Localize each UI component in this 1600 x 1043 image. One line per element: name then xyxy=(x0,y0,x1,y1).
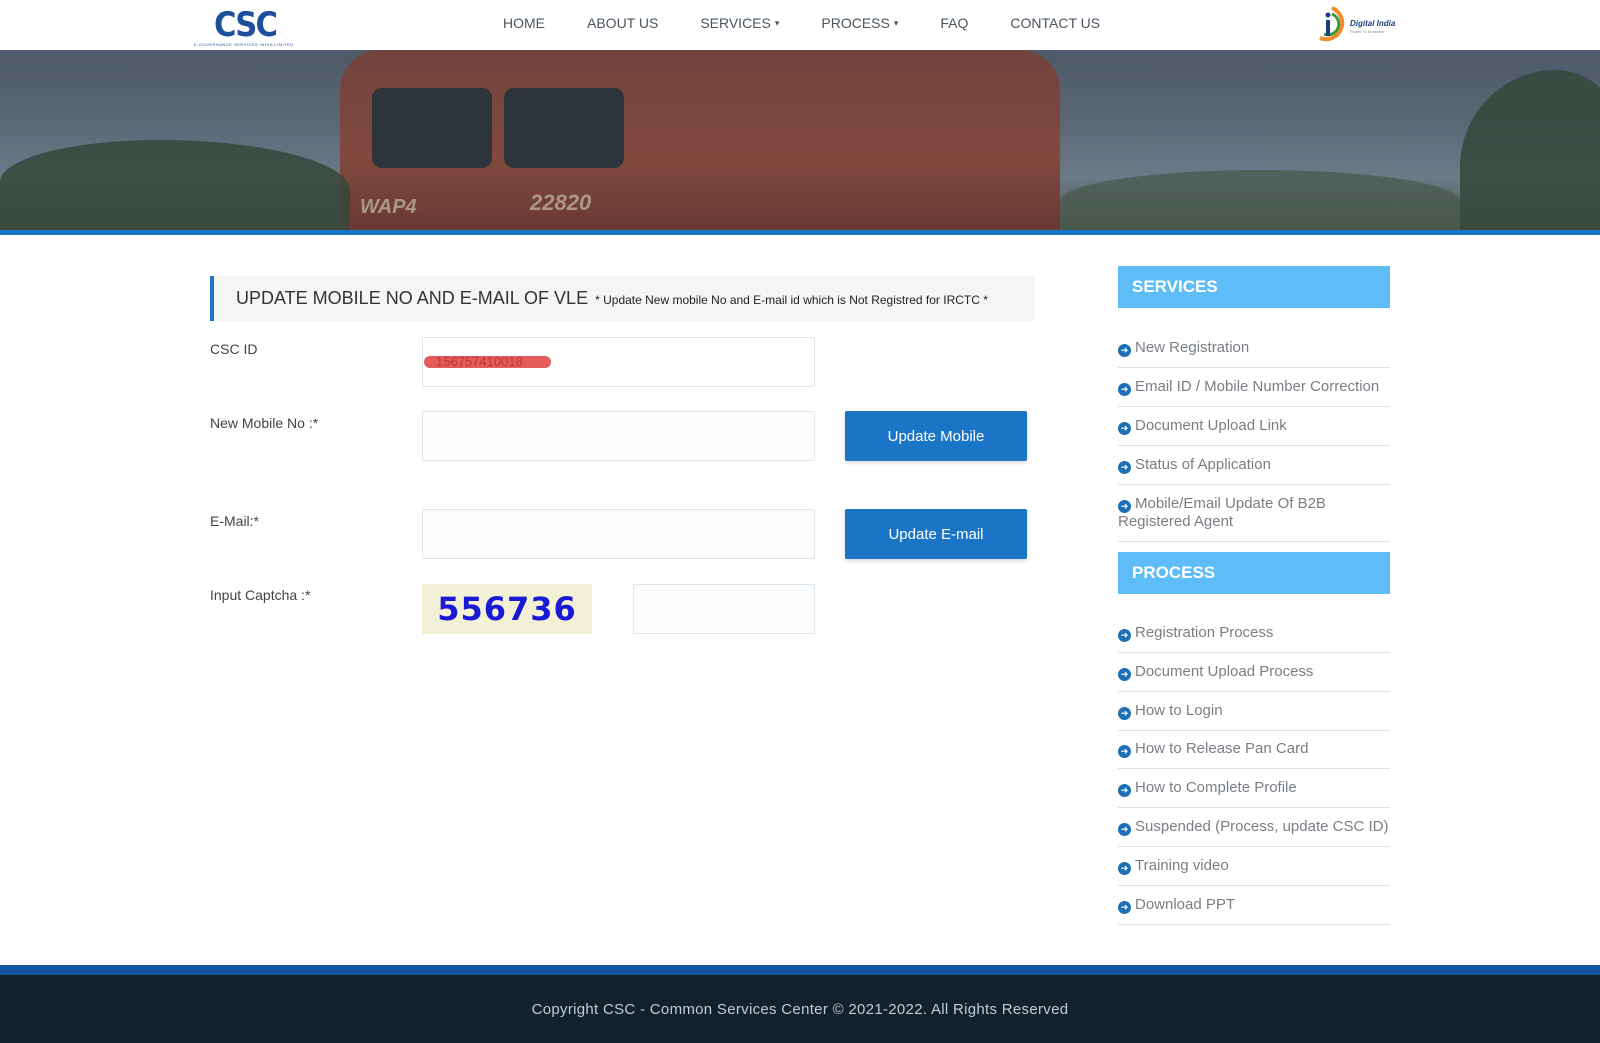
digital-india-emblem-icon xyxy=(1319,6,1345,42)
divider xyxy=(1118,541,1390,542)
circle-arrow-right-icon: ➜ xyxy=(1118,862,1131,875)
form-title-box: UPDATE MOBILE NO AND E-MAIL OF VLE * Upd… xyxy=(210,276,1035,321)
csc-id-redaction: 156757410018 xyxy=(424,354,551,369)
sidebar-item-training-video[interactable]: ➜ Training video xyxy=(1118,857,1390,886)
captcha-label: Input Captcha :* xyxy=(210,587,311,603)
caret-down-icon: ▾ xyxy=(774,17,780,28)
email-label: E-Mail:* xyxy=(210,513,260,529)
csc-id-value: 156757410018 xyxy=(436,354,523,369)
main-nav: HOME ABOUT US SERVICES ▾ PROCESS ▾ FAQ CON… xyxy=(503,0,1142,46)
services-heading: SERVICES xyxy=(1118,266,1390,308)
csc-logo-mark: CSC xyxy=(214,5,278,45)
digital-india-text: Digital India xyxy=(1350,19,1396,28)
hero-banner-image: WAP4 22820 xyxy=(0,50,1600,232)
banner-divider xyxy=(0,230,1600,235)
nav-services[interactable]: SERVICES ▾ xyxy=(700,15,779,31)
copyright-text: Copyright CSC - Common Services Center ©… xyxy=(531,1000,1069,1018)
sidebar-item-new-registration[interactable]: ➜ New Registration xyxy=(1118,339,1390,368)
nav-about-us[interactable]: ABOUT US xyxy=(587,15,658,31)
circle-arrow-right-icon: ➜ xyxy=(1118,500,1131,513)
nav-home[interactable]: HOME xyxy=(503,15,545,31)
sidebar-item-suspended[interactable]: ➜ Suspended (Process, update CSC ID) xyxy=(1118,818,1390,847)
sidebar-item-email-mobile-correction[interactable]: ➜ Email ID / Mobile Number Correction xyxy=(1118,378,1390,407)
captcha-image: 556736 xyxy=(422,584,592,634)
sidebar-item-release-pan-card[interactable]: ➜ How to Release Pan Card xyxy=(1118,740,1390,769)
circle-arrow-right-icon: ➜ xyxy=(1118,344,1131,357)
digital-india-tagline: Power To Empower xyxy=(1350,29,1385,34)
circle-arrow-right-icon: ➜ xyxy=(1118,629,1131,642)
sidebar-item-registration-process[interactable]: ➜ Registration Process xyxy=(1118,624,1390,653)
csc-logo-subtitle: E-GOVERNANCE SERVICES INDIA LIMITED xyxy=(194,42,294,47)
sidebar-item-download-ppt[interactable]: ➜ Download PPT xyxy=(1118,896,1390,925)
circle-arrow-right-icon: ➜ xyxy=(1118,668,1131,681)
nav-contact-us[interactable]: CONTACT US xyxy=(1010,15,1100,31)
sidebar-item-document-upload-link[interactable]: ➜ Document Upload Link xyxy=(1118,417,1390,446)
sidebar-item-b2b-agent-update[interactable]: ➜ Mobile/Email Update Of B2B Registered A… xyxy=(1118,495,1348,542)
site-header: CSC E-GOVERNANCE SERVICES INDIA LIMITED … xyxy=(0,0,1600,50)
csc-logo[interactable]: CSC E-GOVERNANCE SERVICES INDIA LIMITED xyxy=(194,5,304,47)
digital-india-logo[interactable]: Digital India Power To Empower xyxy=(1312,2,1396,46)
circle-arrow-right-icon: ➜ xyxy=(1118,745,1131,758)
site-footer: Copyright CSC - Common Services Center ©… xyxy=(0,975,1600,1043)
circle-arrow-right-icon: ➜ xyxy=(1118,383,1131,396)
page-title: UPDATE MOBILE NO AND E-MAIL OF VLE xyxy=(236,288,589,308)
update-email-button[interactable]: Update E-mail xyxy=(845,509,1027,559)
update-mobile-button[interactable]: Update Mobile xyxy=(845,411,1027,461)
csc-id-label: CSC ID xyxy=(210,341,258,357)
sidebar-item-status-of-application[interactable]: ➜ Status of Application xyxy=(1118,456,1390,485)
nav-faq[interactable]: FAQ xyxy=(940,15,968,31)
nav-process[interactable]: PROCESS ▾ xyxy=(821,15,898,31)
circle-arrow-right-icon: ➜ xyxy=(1118,901,1131,914)
page-title-note: * Update New mobile No and E-mail id whi… xyxy=(595,293,988,307)
email-input[interactable] xyxy=(422,509,815,559)
circle-arrow-right-icon: ➜ xyxy=(1118,823,1131,836)
captcha-input[interactable] xyxy=(633,584,815,634)
captcha-code: 556736 xyxy=(437,590,577,628)
sidebar-item-document-upload-process[interactable]: ➜ Document Upload Process xyxy=(1118,663,1390,692)
circle-arrow-right-icon: ➜ xyxy=(1118,422,1131,435)
circle-arrow-right-icon: ➜ xyxy=(1118,784,1131,797)
circle-arrow-right-icon: ➜ xyxy=(1118,461,1131,474)
mobile-input[interactable] xyxy=(422,411,815,461)
mobile-label: New Mobile No :* xyxy=(210,415,319,431)
process-heading: PROCESS xyxy=(1118,552,1390,594)
caret-down-icon: ▾ xyxy=(893,17,899,28)
footer-accent-bar xyxy=(0,965,1600,975)
circle-arrow-right-icon: ➜ xyxy=(1118,707,1131,720)
sidebar-item-complete-profile[interactable]: ➜ How to Complete Profile xyxy=(1118,779,1390,808)
sidebar-item-how-to-login[interactable]: ➜ How to Login xyxy=(1118,702,1390,731)
